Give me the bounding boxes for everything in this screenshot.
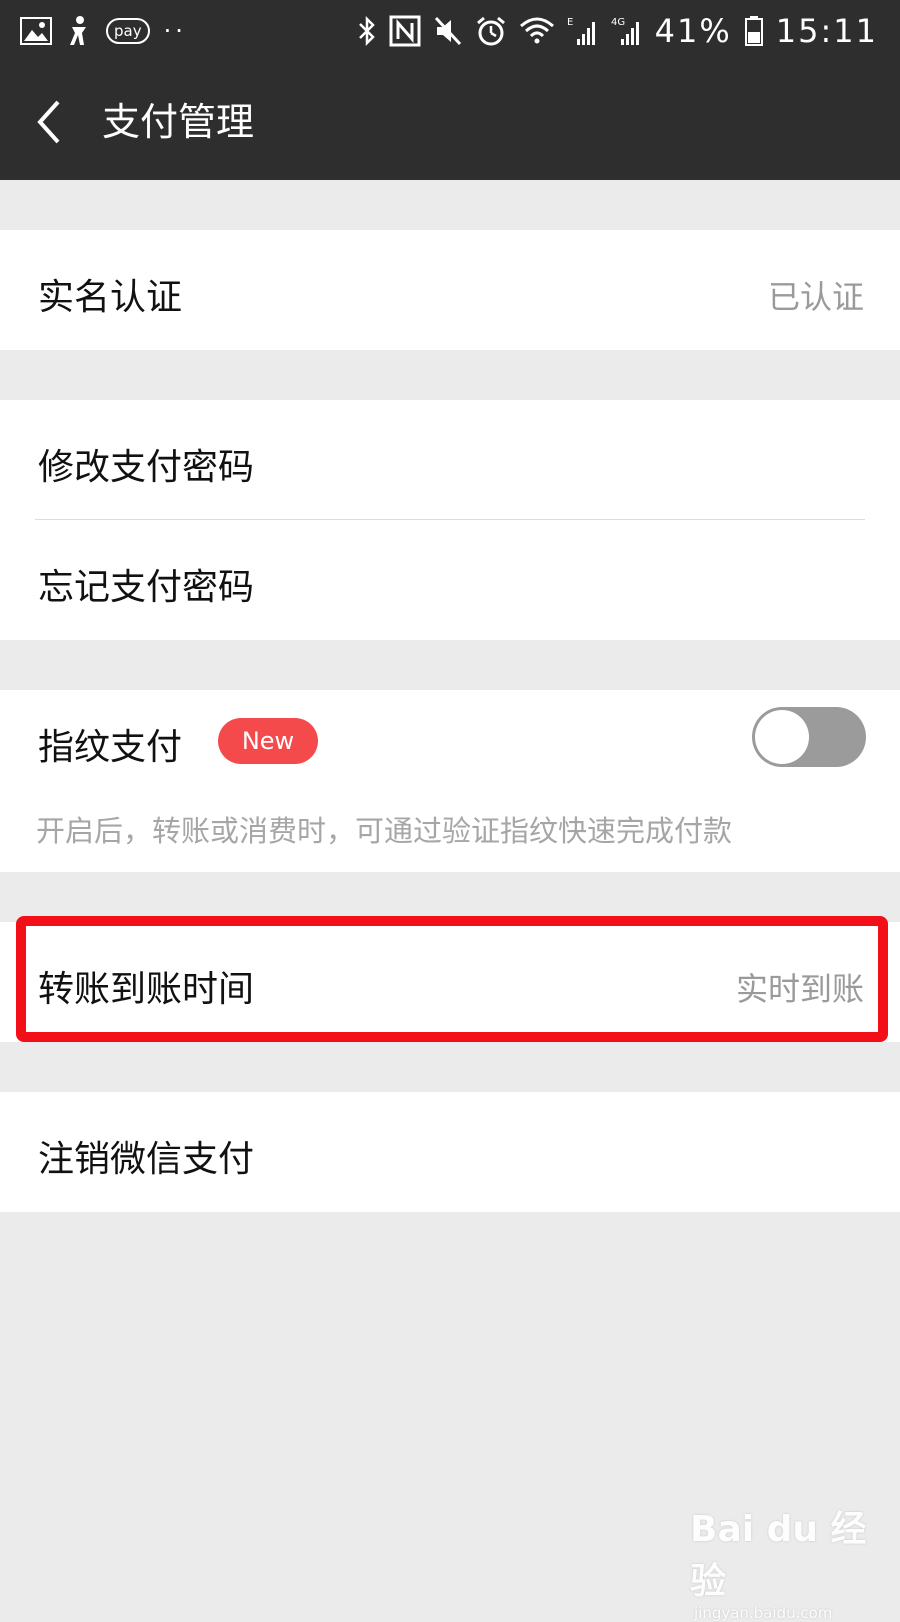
forgot-password-row[interactable]: 忘记支付密码 [0,520,900,640]
status-bar-left: pay ·· [20,12,187,50]
new-badge: New [218,718,318,764]
accessibility-icon [66,15,92,47]
toggle-knob [755,710,809,764]
nfc-icon [389,15,421,47]
page-title: 支付管理 [102,100,255,144]
svg-text:E: E [567,17,573,28]
settings-group-password: 修改支付密码 忘记支付密码 [0,400,900,640]
baidu-watermark: Bai du 经验 jingyan.baidu.com [690,1500,900,1622]
real-name-row[interactable]: 实名认证 已认证 [0,230,900,350]
cancel-wechat-pay-label: 注销微信支付 [38,1139,255,1180]
status-bar: pay ·· E 4G 41% 15:11 [0,0,900,62]
battery-icon [744,15,764,47]
pay-icon: pay [106,18,150,44]
back-arrow-icon[interactable] [32,98,68,146]
settings-group-identity: 实名认证 已认证 [0,230,900,350]
mute-icon [433,15,463,47]
svg-text:4G: 4G [611,17,625,28]
fingerprint-description: 开启后，转账或消费时，可通过验证指纹快速完成付款 [36,814,733,848]
fingerprint-row: 指纹支付 New [0,690,900,790]
watermark-brand: Bai du 经验 [690,1509,867,1602]
fingerprint-toggle[interactable] [752,707,866,767]
real-name-status: 已认证 [767,278,864,316]
transfer-time-value: 实时到账 [735,970,864,1008]
transfer-time-row[interactable]: 转账到账时间 实时到账 [0,922,900,1042]
settings-group-transfer: 转账到账时间 实时到账 [0,922,900,1042]
title-bar: 支付管理 [0,62,900,180]
change-password-label: 修改支付密码 [38,447,255,488]
settings-group-fingerprint: 指纹支付 New 开启后，转账或消费时，可通过验证指纹快速完成付款 [0,690,900,872]
wifi-icon [519,16,555,46]
watermark-url: jingyan.baidu.com [694,1604,833,1622]
cancel-wechat-pay-row[interactable]: 注销微信支付 [0,1092,900,1212]
status-bar-right: E 4G 41% 15:11 [357,12,878,50]
change-password-row[interactable]: 修改支付密码 [0,400,900,520]
fingerprint-label: 指纹支付 [38,727,183,768]
image-icon [20,17,52,45]
settings-group-cancel: 注销微信支付 [0,1092,900,1212]
real-name-label: 实名认证 [38,277,183,318]
transfer-time-label: 转账到账时间 [38,969,255,1010]
battery-percentage: 41% [654,12,732,50]
clock: 15:11 [775,12,878,50]
signal-4g-icon: 4G [611,15,643,47]
forgot-password-label: 忘记支付密码 [38,567,255,608]
bluetooth-icon [357,15,377,47]
signal-e-icon: E [567,15,599,47]
alarm-icon [475,15,507,47]
more-dots-icon: ·· [163,17,187,45]
